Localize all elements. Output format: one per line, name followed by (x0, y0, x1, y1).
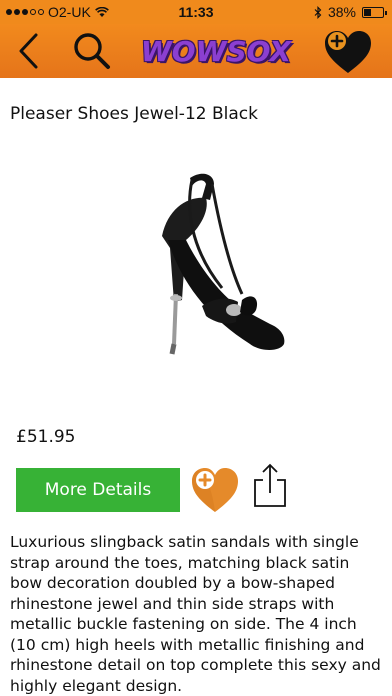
add-favourite-heart-icon[interactable] (190, 466, 240, 514)
share-icon[interactable] (252, 462, 288, 508)
heart-plus-icon[interactable] (322, 29, 374, 75)
search-icon[interactable] (72, 31, 112, 71)
battery-icon (362, 6, 387, 18)
chevron-left-icon[interactable] (14, 32, 44, 70)
product-description: Luxurious slingback satin sandals with s… (10, 533, 381, 695)
product-price: £51.95 (16, 427, 76, 447)
more-details-button[interactable]: More Details (16, 468, 180, 512)
nav-bar: WOWSOX (0, 24, 392, 78)
bluetooth-icon (314, 5, 322, 19)
wowsox-logo[interactable]: WOWSOX (132, 33, 300, 71)
product-title: Pleaser Shoes Jewel-12 Black (10, 104, 258, 124)
product-image (162, 173, 285, 355)
status-bar: O2-UK 11:33 38% (0, 0, 392, 24)
battery-percent: 38% (327, 4, 356, 20)
status-right: 38% (314, 4, 387, 20)
